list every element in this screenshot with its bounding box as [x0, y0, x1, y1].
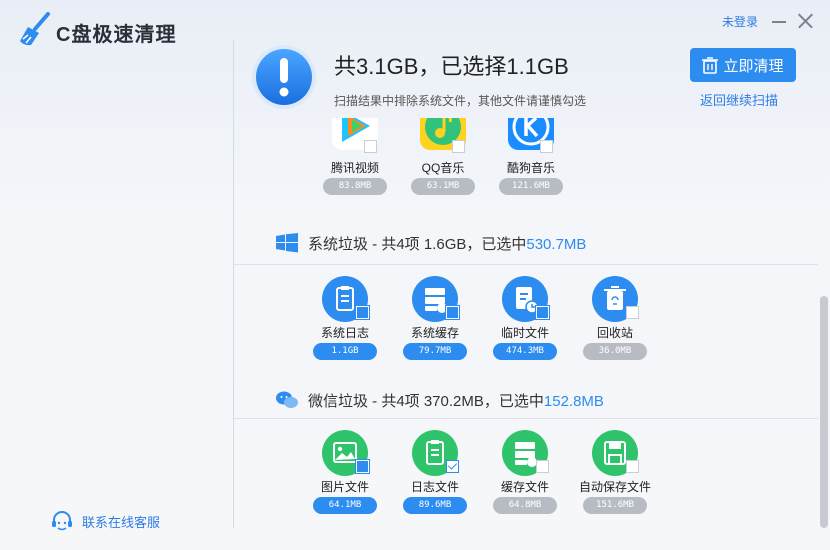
- scan-hint: 扫描结果中排除系统文件，其他文件请谨慎勾选: [334, 94, 587, 108]
- login-link[interactable]: 未登录: [722, 13, 758, 30]
- windows-icon: [276, 233, 298, 253]
- item-label: 腾讯视频: [330, 161, 379, 175]
- system-selected-size: 530.7MB: [526, 236, 587, 253]
- item-label: 图片文件: [320, 480, 369, 494]
- item-checkbox[interactable]: [536, 306, 549, 319]
- item-size: 64.1MB: [313, 497, 377, 514]
- item-size: 151.6MB: [583, 497, 647, 514]
- item-size: 64.8MB: [493, 497, 557, 514]
- item-label: 日志文件: [410, 480, 459, 494]
- item-checkbox[interactable]: [356, 460, 369, 473]
- item-size: 83.8MB: [323, 178, 387, 195]
- warning-icon: [252, 45, 316, 109]
- item-checkbox[interactable]: [446, 460, 459, 473]
- section-divider: [234, 418, 818, 419]
- item-checkbox[interactable]: [364, 140, 377, 153]
- item-checkbox[interactable]: [356, 306, 369, 319]
- item-checkbox[interactable]: [540, 140, 553, 153]
- item-size: 79.7MB: [403, 343, 467, 360]
- item-size: 121.6MB: [499, 178, 563, 195]
- scan-summary: 共3.1GB，已选择1.1GB: [334, 54, 569, 79]
- item-checkbox[interactable]: [452, 140, 465, 153]
- item-checkbox[interactable]: [446, 306, 459, 319]
- item-label: QQ音乐: [421, 161, 465, 175]
- item-label: 自动保存文件: [578, 480, 651, 494]
- trash-icon: [702, 56, 719, 74]
- item-label: 缓存文件: [500, 480, 549, 494]
- item-size: 474.3MB: [493, 343, 557, 360]
- rescan-link[interactable]: 返回继续扫描: [700, 90, 778, 109]
- item-checkbox[interactable]: [536, 460, 549, 473]
- item-label: 系统缓存: [410, 326, 459, 340]
- clean-now-label: 立即清理: [723, 57, 784, 75]
- online-support-link[interactable]: 联系在线客服: [50, 510, 160, 532]
- item-label: 临时文件: [500, 326, 549, 340]
- wechat-icon: [276, 391, 298, 408]
- minimize-button[interactable]: [769, 11, 789, 31]
- item-label: 回收站: [596, 326, 633, 340]
- headset-icon: [52, 511, 72, 531]
- item-size: 36.0MB: [583, 343, 647, 360]
- wechat-selected-size: 152.8MB: [543, 393, 604, 410]
- item-label: 系统日志: [320, 326, 369, 340]
- app-window: C盘极速清理 未登录 联系在线客服 共3.1GB，已选择1.1GB 扫描结果中排…: [0, 0, 830, 550]
- item-size: 63.1MB: [411, 178, 475, 195]
- clean-now-button[interactable]: 立即清理: [690, 48, 796, 82]
- section-divider: [234, 264, 818, 265]
- item-size: 89.6MB: [403, 497, 467, 514]
- scrollbar-thumb[interactable]: [820, 296, 828, 528]
- item-size: 1.1GB: [313, 343, 377, 360]
- item-checkbox[interactable]: [626, 306, 639, 319]
- wechat-section-title: 微信垃圾 - 共4项 370.2MB，已选中152.8MB: [308, 393, 604, 410]
- support-label: 联系在线客服: [82, 514, 161, 530]
- system-section-title: 系统垃圾 - 共4项 1.6GB，已选中530.7MB: [308, 236, 587, 253]
- broom-logo-icon: [20, 12, 50, 46]
- item-checkbox[interactable]: [626, 460, 639, 473]
- item-label: 酷狗音乐: [506, 161, 555, 175]
- scan-result-list[interactable]: 腾讯视频 83.8MB QQ音乐 63.1MB 酷狗音乐 121.6MB 系统垃…: [234, 118, 818, 548]
- close-button[interactable]: [795, 11, 815, 31]
- app-title: C盘极速清理: [56, 24, 177, 46]
